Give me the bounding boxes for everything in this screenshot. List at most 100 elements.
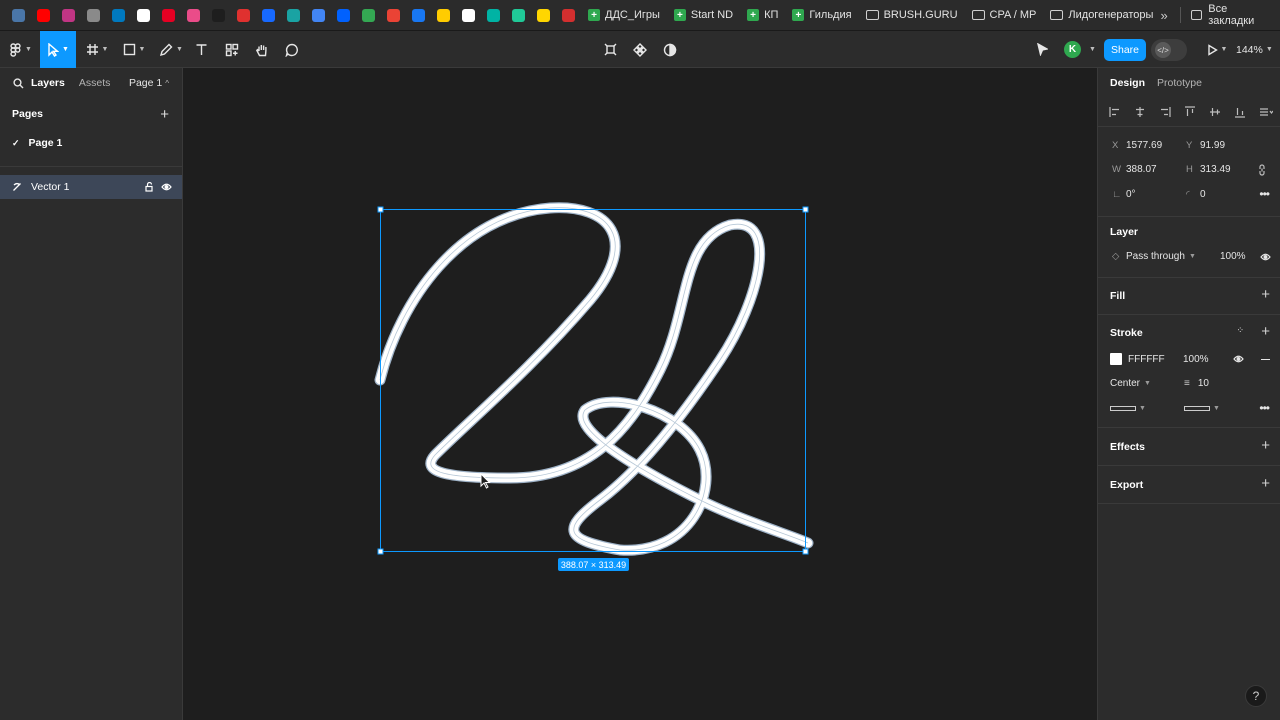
move-tool-button[interactable]: ▼: [40, 31, 76, 68]
search-icon[interactable]: [13, 77, 24, 89]
design-canvas[interactable]: [183, 68, 1097, 720]
hand-tool-button[interactable]: [253, 31, 271, 68]
bookmark-favicon-icon[interactable]: [412, 8, 425, 22]
frame-tool-button[interactable]: ▼: [84, 31, 110, 68]
zoom-menu[interactable]: 144% ▼: [1236, 31, 1273, 68]
rotation-field[interactable]: ∟ 0°: [1112, 182, 1182, 206]
share-button[interactable]: Share: [1104, 39, 1146, 61]
stroke-position-select[interactable]: Center ▼: [1110, 372, 1170, 396]
resize-handle-top-right[interactable]: [802, 206, 809, 213]
resize-handle-top-left[interactable]: [377, 206, 384, 213]
layer-opacity-field[interactable]: 100%: [1220, 245, 1256, 269]
blend-mode-select[interactable]: ◇ Pass through ▼: [1112, 245, 1202, 269]
align-center-v-icon[interactable]: [1209, 106, 1221, 118]
stroke-end-cap-select[interactable]: ▼: [1184, 396, 1224, 420]
resize-handle-bottom-left[interactable]: [377, 548, 384, 555]
bookmark-favicon-icon[interactable]: [462, 8, 475, 22]
bookmark-favicon-icon[interactable]: [437, 8, 450, 22]
add-fill-button[interactable]: +: [1261, 287, 1270, 302]
page-switcher[interactable]: Page 1 ^: [129, 68, 169, 98]
align-right-icon[interactable]: [1159, 106, 1171, 118]
bookmarks-overflow-button[interactable]: »: [1160, 8, 1167, 23]
layer-item-vector-1[interactable]: Vector 1: [0, 175, 182, 199]
x-field[interactable]: X 1577.69: [1112, 133, 1182, 157]
tab-layers[interactable]: Layers: [31, 77, 65, 89]
bookmark-kp[interactable]: + КП: [747, 9, 778, 21]
unlock-icon[interactable]: [145, 182, 154, 192]
add-stroke-button[interactable]: +: [1261, 324, 1270, 339]
more-options-icon[interactable]: •••: [1259, 187, 1270, 201]
bookmark-dds-games[interactable]: + ДДС_Игры: [588, 9, 660, 21]
constrain-proportions-icon[interactable]: [1258, 163, 1266, 176]
bookmark-favicon-icon[interactable]: [37, 8, 50, 22]
component-button[interactable]: [632, 31, 648, 68]
bookmark-favicon-icon[interactable]: [562, 8, 575, 22]
resources-tool-button[interactable]: [223, 31, 241, 68]
width-field[interactable]: W 388.07: [1112, 158, 1182, 182]
avatar-menu-chevron[interactable]: ▼: [1086, 31, 1096, 68]
bookmark-favicon-icon[interactable]: [237, 8, 250, 22]
bookmark-favicon-icon[interactable]: [87, 8, 100, 22]
resize-handle-bottom-right[interactable]: [802, 548, 809, 555]
stroke-weight-field[interactable]: ≡ 10: [1184, 372, 1234, 396]
corner-radius-field[interactable]: ◜ 0: [1186, 182, 1256, 206]
page-item-page-1[interactable]: ✓ Page 1: [0, 130, 182, 156]
comment-tool-button[interactable]: [284, 31, 300, 68]
help-button[interactable]: ?: [1245, 685, 1267, 707]
bookmark-favicon-icon[interactable]: [262, 8, 275, 22]
eye-icon[interactable]: [1260, 253, 1271, 261]
advanced-stroke-icon[interactable]: •••: [1259, 401, 1270, 415]
style-grid-icon[interactable]: ⁘: [1236, 325, 1244, 336]
height-field[interactable]: H 313.49: [1186, 158, 1256, 182]
remove-stroke-button[interactable]: [1261, 359, 1270, 360]
bookmark-favicon-icon[interactable]: [137, 8, 150, 22]
all-bookmarks-button[interactable]: Все закладки: [1190, 3, 1268, 27]
mask-button[interactable]: [662, 31, 678, 68]
dev-mode-toggle[interactable]: </>: [1151, 39, 1187, 61]
bookmark-favicon-icon[interactable]: [487, 8, 500, 22]
bookmark-folder-cpa-mp[interactable]: CPA / MP: [971, 9, 1036, 21]
vector-1-stroke[interactable]: [374, 202, 814, 556]
color-swatch[interactable]: [1110, 353, 1122, 365]
bookmark-folder-brush-guru[interactable]: BRUSH.GURU: [865, 9, 958, 21]
pen-tool-button[interactable]: ▼: [158, 31, 184, 68]
bookmark-favicon-icon[interactable]: [387, 8, 400, 22]
bookmark-favicon-icon[interactable]: [287, 8, 300, 22]
bookmark-start-nd[interactable]: + Start ND: [673, 9, 733, 21]
distribute-icon[interactable]: [1259, 106, 1273, 118]
add-export-button[interactable]: +: [1261, 476, 1270, 491]
bookmark-favicon-icon[interactable]: [337, 8, 350, 22]
present-button[interactable]: ▼: [1204, 31, 1230, 68]
stroke-opacity-field[interactable]: 100%: [1183, 347, 1219, 371]
bookmark-folder-lidogen[interactable]: Лидогенераторы: [1050, 9, 1153, 21]
eye-icon[interactable]: [161, 183, 172, 191]
multiplayer-cursor-button[interactable]: [1034, 31, 1050, 68]
bookmark-favicon-icon[interactable]: [12, 8, 25, 22]
bookmark-favicon-icon[interactable]: [112, 8, 125, 22]
y-field[interactable]: Y 91.99: [1186, 133, 1256, 157]
tab-assets[interactable]: Assets: [79, 77, 111, 89]
shape-tool-button[interactable]: ▼: [120, 31, 148, 68]
bookmark-favicon-icon[interactable]: [512, 8, 525, 22]
align-top-icon[interactable]: [1184, 106, 1196, 118]
align-left-icon[interactable]: [1109, 106, 1121, 118]
text-tool-button[interactable]: [193, 31, 209, 68]
bookmark-guild[interactable]: + Гильдия: [792, 9, 852, 21]
avatar[interactable]: K: [1064, 41, 1081, 58]
main-menu-button[interactable]: ▼: [6, 31, 36, 68]
align-bottom-icon[interactable]: [1234, 106, 1246, 118]
bookmark-favicon-icon[interactable]: [212, 8, 225, 22]
tab-prototype[interactable]: Prototype: [1157, 77, 1202, 89]
bookmark-favicon-icon[interactable]: [362, 8, 375, 22]
bookmark-favicon-icon[interactable]: [162, 8, 175, 22]
bookmark-favicon-icon[interactable]: [312, 8, 325, 22]
align-center-h-icon[interactable]: [1134, 106, 1146, 118]
eye-icon[interactable]: [1233, 355, 1244, 363]
stroke-start-cap-select[interactable]: ▼: [1110, 396, 1150, 420]
add-effect-button[interactable]: +: [1261, 438, 1270, 453]
bookmark-favicon-icon[interactable]: [187, 8, 200, 22]
stroke-color-field[interactable]: FFFFFF: [1110, 347, 1170, 371]
crop-frame-button[interactable]: [602, 31, 618, 68]
bookmark-favicon-icon[interactable]: [62, 8, 75, 22]
add-page-button[interactable]: +: [160, 106, 169, 123]
